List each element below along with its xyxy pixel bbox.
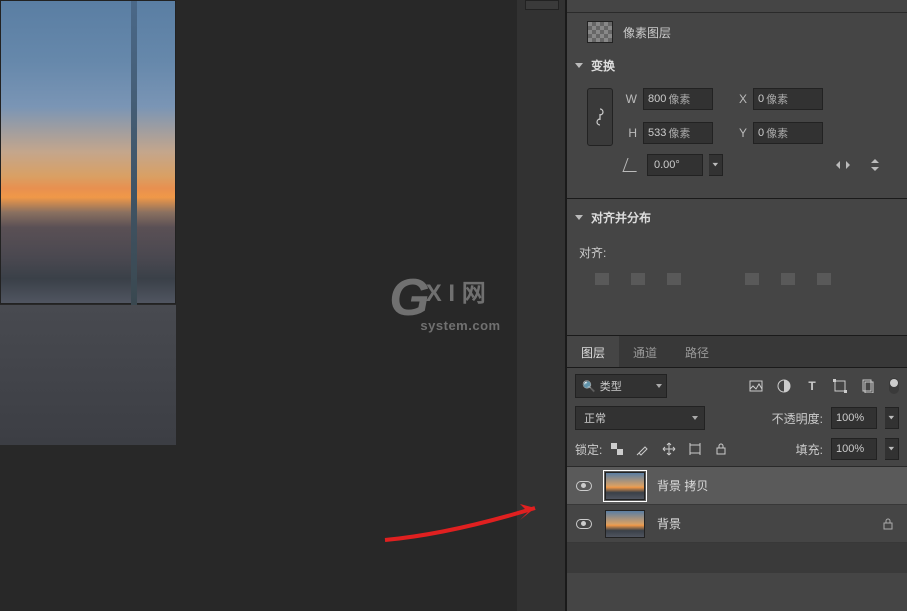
layer-kind-row: 像素图层 <box>567 13 907 51</box>
lock-artboard-icon[interactable] <box>688 442 702 456</box>
eye-icon <box>576 481 592 491</box>
lock-paint-icon[interactable] <box>636 442 650 456</box>
chevron-down-icon <box>575 213 585 223</box>
x-input[interactable]: 0 像素 <box>753 88 823 110</box>
layer-visibility-toggle[interactable] <box>567 519 601 529</box>
scrollbar-gutter[interactable] <box>517 0 566 611</box>
blend-mode-dropdown[interactable]: 正常 <box>575 406 705 430</box>
link-wh-button[interactable] <box>587 88 613 146</box>
transform-title: 变换 <box>591 57 615 74</box>
canvas-ground <box>0 305 176 445</box>
layers-filter-row: 🔍 类型 T <box>567 368 907 404</box>
filter-smartobject-icon[interactable] <box>861 379 875 393</box>
angle-dropdown[interactable] <box>709 154 723 176</box>
layer-thumbnail[interactable] <box>605 510 645 538</box>
w-label: W <box>621 92 637 106</box>
align-title: 对齐并分布 <box>591 209 651 226</box>
fill-dropdown[interactable] <box>885 438 899 460</box>
lock-label: 锁定: <box>575 441 602 458</box>
width-input[interactable]: 800 像素 <box>643 88 713 110</box>
layers-panel: 图层 通道 路径 🔍 类型 T 正常 不透明 <box>567 335 907 611</box>
filter-shape-icon[interactable] <box>833 379 847 393</box>
align-top-icon[interactable] <box>745 273 759 285</box>
y-input[interactable]: 0 像素 <box>753 122 823 144</box>
h-label: H <box>621 126 637 140</box>
angle-icon <box>622 158 641 172</box>
transform-controls: W 800 像素 X 0 像素 H 533 像素 <box>567 80 907 182</box>
layer-list: 背景 拷贝 背景 <box>567 466 907 573</box>
align-label: 对齐: <box>579 246 606 260</box>
layer-name[interactable]: 背景 拷贝 <box>657 477 907 494</box>
transform-header[interactable]: 变换 <box>567 51 907 80</box>
lock-transparency-icon[interactable] <box>610 442 624 456</box>
filter-image-icon[interactable] <box>749 379 763 393</box>
align-left-icon[interactable] <box>595 273 609 285</box>
y-label: Y <box>731 126 747 140</box>
opacity-dropdown[interactable] <box>885 407 899 429</box>
lock-position-icon[interactable] <box>662 442 676 456</box>
flip-horizontal-icon[interactable] <box>835 158 851 172</box>
lock-row: 锁定: 填充: 100% <box>567 432 907 466</box>
align-hcenter-icon[interactable] <box>631 273 645 285</box>
chevron-down-icon <box>656 384 662 388</box>
canvas-area[interactable]: GX I 网 system.com <box>0 0 566 611</box>
x-label: X <box>731 92 747 106</box>
chevron-down-icon <box>712 162 719 169</box>
search-icon: 🔍 <box>582 380 596 393</box>
layer-filter-dropdown[interactable]: 🔍 类型 <box>575 374 667 398</box>
layer-row[interactable]: 背景 拷贝 <box>567 467 907 505</box>
tab-channels[interactable]: 通道 <box>619 336 671 367</box>
watermark: GX I 网 system.com <box>355 268 520 333</box>
chevron-down-icon <box>575 61 585 71</box>
layer-kind-thumb <box>587 21 613 43</box>
filter-adjustment-icon[interactable] <box>777 379 791 393</box>
flip-vertical-icon[interactable] <box>867 158 883 172</box>
right-panel: 像素图层 变换 W 800 像素 X 0 像素 <box>566 0 907 611</box>
chevron-down-icon <box>888 415 895 422</box>
link-icon <box>595 108 605 126</box>
layer-list-empty[interactable] <box>567 543 907 573</box>
canvas-image[interactable] <box>0 0 176 304</box>
tab-paths[interactable]: 路径 <box>671 336 723 367</box>
height-input[interactable]: 533 像素 <box>643 122 713 144</box>
panel-top-strip <box>567 0 907 13</box>
lock-all-icon[interactable] <box>714 442 728 456</box>
lock-icon <box>881 517 895 531</box>
align-section: 对齐: <box>567 232 907 289</box>
fill-label: 填充: <box>796 441 823 458</box>
layer-row[interactable]: 背景 <box>567 505 907 543</box>
panel-tabs: 图层 通道 路径 <box>567 336 907 368</box>
layer-visibility-toggle[interactable] <box>567 481 601 491</box>
tab-layers[interactable]: 图层 <box>567 336 619 367</box>
collapse-handle[interactable] <box>525 0 559 10</box>
blend-row: 正常 不透明度: 100% <box>567 404 907 432</box>
align-vcenter-icon[interactable] <box>781 273 795 285</box>
align-right-icon[interactable] <box>667 273 681 285</box>
align-header[interactable]: 对齐并分布 <box>567 199 907 232</box>
layer-name[interactable]: 背景 <box>657 515 881 532</box>
chevron-down-icon <box>888 446 895 453</box>
fill-input[interactable]: 100% <box>831 438 877 460</box>
opacity-label: 不透明度: <box>772 410 823 427</box>
layer-kind-label: 像素图层 <box>623 24 671 41</box>
chevron-down-icon <box>692 416 698 420</box>
eye-icon <box>576 519 592 529</box>
filter-toggle[interactable] <box>889 378 899 394</box>
angle-input[interactable]: 0.00° <box>647 154 703 176</box>
layer-thumbnail[interactable] <box>605 472 645 500</box>
opacity-input[interactable]: 100% <box>831 407 877 429</box>
align-bottom-icon[interactable] <box>817 273 831 285</box>
filter-text-icon[interactable]: T <box>805 379 819 393</box>
